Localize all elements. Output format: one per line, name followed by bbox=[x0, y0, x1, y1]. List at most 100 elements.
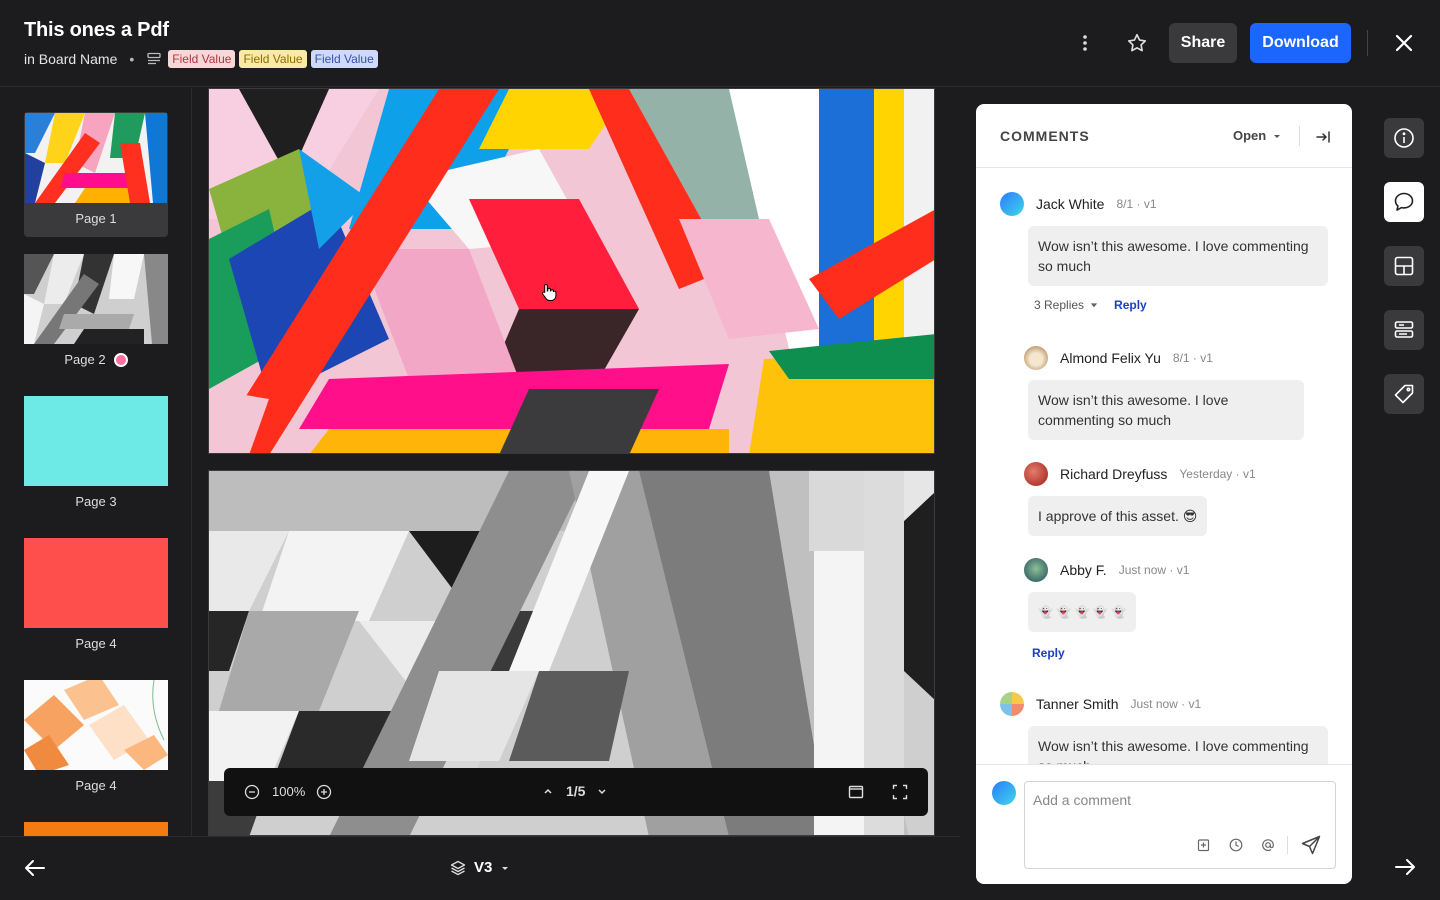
thumbnail-page-1[interactable]: Page 1 bbox=[24, 112, 168, 237]
thumbnail-label: Page 1 bbox=[75, 211, 117, 226]
comments-panel: COMMENTS Open Jack White 8/1 · v1 Wow is… bbox=[976, 104, 1352, 884]
field-tag[interactable]: Field Value bbox=[239, 50, 307, 68]
comments-tab-button[interactable] bbox=[1384, 182, 1424, 222]
fullscreen-button[interactable] bbox=[892, 784, 908, 803]
chevron-up-icon bbox=[544, 788, 552, 794]
comment-meta: Yesterday · v1 bbox=[1179, 467, 1256, 481]
zoom-out-icon bbox=[244, 784, 260, 800]
comment-placeholder: Add a comment bbox=[1033, 792, 1132, 808]
close-button[interactable] bbox=[1384, 23, 1424, 63]
zoom-level[interactable]: 100% bbox=[272, 784, 305, 799]
arrow-left-icon bbox=[25, 860, 45, 876]
attach-button[interactable] bbox=[1197, 838, 1211, 857]
timestamp-button[interactable] bbox=[1229, 838, 1243, 857]
comment-text: I approve of this asset. 😎 bbox=[1028, 496, 1208, 536]
reply-item: Almond Felix Yu 8/1 · v1 Wow isn’t this … bbox=[1024, 346, 1328, 440]
document-canvas[interactable]: 100% 1/5 bbox=[193, 88, 960, 836]
previous-page-button[interactable] bbox=[542, 785, 554, 800]
field-tag[interactable]: Field Value bbox=[310, 50, 378, 68]
viewer-toolbar: 100% 1/5 bbox=[224, 768, 928, 816]
thumbnail-label: Page 4 bbox=[75, 778, 117, 793]
fields-tab-button[interactable] bbox=[1384, 310, 1424, 350]
field-tag[interactable]: Field Value bbox=[168, 50, 236, 68]
comment-meta: 8/1 · v1 bbox=[1172, 351, 1213, 365]
thumbnail-page-6[interactable] bbox=[24, 822, 168, 836]
layout-tab-button[interactable] bbox=[1384, 246, 1424, 286]
comment-item: Jack White 8/1 · v1 Wow isn’t this aweso… bbox=[1000, 192, 1328, 312]
comment-author: Jack White bbox=[1036, 196, 1105, 212]
comment-text: Wow isn’t this awesome. I love commentin… bbox=[1028, 726, 1328, 764]
info-tab-button[interactable] bbox=[1384, 118, 1424, 158]
caret-down-icon bbox=[1274, 134, 1281, 138]
fullscreen-icon bbox=[892, 784, 908, 800]
thumbnail-image bbox=[25, 113, 167, 203]
collapse-panel-button[interactable] bbox=[1316, 130, 1330, 149]
reply-link[interactable]: Reply bbox=[1032, 646, 1065, 660]
next-asset-button[interactable] bbox=[1394, 858, 1416, 881]
reply-link[interactable]: Reply bbox=[1114, 298, 1147, 312]
comments-list: Jack White 8/1 · v1 Wow isn’t this aweso… bbox=[976, 168, 1352, 764]
comment-author: Almond Felix Yu bbox=[1060, 350, 1161, 366]
hand-cursor-icon bbox=[541, 283, 557, 301]
layout-icon bbox=[1394, 256, 1414, 276]
tags-tab-button[interactable] bbox=[1384, 374, 1424, 414]
reply-item: Abby F. Just now · v1 👻 👻 👻 👻 👻 Reply bbox=[1024, 558, 1328, 662]
more-button[interactable] bbox=[1065, 23, 1105, 63]
send-button[interactable] bbox=[1301, 835, 1321, 860]
page-indicator: 1/5 bbox=[566, 783, 586, 799]
attach-icon bbox=[1197, 839, 1210, 852]
thumbnail-page-3[interactable]: Page 3 bbox=[24, 396, 168, 509]
page-image bbox=[209, 89, 934, 453]
fit-icon bbox=[848, 785, 864, 799]
thumbnail-image bbox=[24, 822, 168, 836]
thumbnail-image bbox=[24, 254, 168, 344]
next-page-button[interactable] bbox=[596, 786, 608, 801]
thumbnail-image bbox=[24, 680, 168, 770]
thumbnail-label: Page 4 bbox=[75, 636, 117, 651]
fields-icon bbox=[1394, 321, 1414, 338]
arrow-right-icon bbox=[1395, 859, 1415, 875]
comment-icon bbox=[1394, 192, 1414, 211]
board-link[interactable]: in Board Name bbox=[24, 51, 117, 67]
avatar bbox=[992, 781, 1016, 805]
comment-filter-dropdown[interactable]: Open bbox=[1233, 128, 1282, 143]
comment-composer: Add a comment bbox=[976, 764, 1352, 884]
comment-text: Wow isn’t this awesome. I love commentin… bbox=[1028, 226, 1328, 286]
mention-icon bbox=[1262, 839, 1274, 851]
info-icon bbox=[1394, 128, 1414, 148]
chevron-down-icon bbox=[598, 789, 606, 795]
replies-toggle[interactable]: 3 Replies bbox=[1034, 298, 1098, 312]
favorite-button[interactable] bbox=[1117, 23, 1157, 63]
zoom-out-button[interactable] bbox=[244, 784, 260, 803]
comment-author: Richard Dreyfuss bbox=[1060, 466, 1168, 482]
download-button[interactable]: Download bbox=[1250, 23, 1351, 63]
document-page-1 bbox=[208, 88, 935, 454]
version-selector[interactable]: V3 bbox=[450, 859, 510, 876]
thumbnail-page-2[interactable]: Page 2 bbox=[24, 254, 168, 367]
comments-header: COMMENTS Open bbox=[976, 104, 1352, 168]
previous-asset-button[interactable] bbox=[24, 859, 46, 882]
avatar bbox=[1024, 346, 1048, 370]
thumbnail-image bbox=[24, 538, 168, 628]
reply-item: Richard Dreyfuss Yesterday · v1 I approv… bbox=[1024, 462, 1328, 536]
comment-meta: Just now · v1 bbox=[1118, 563, 1190, 577]
tag-icon bbox=[1394, 384, 1414, 404]
bottom-bar: V3 bbox=[0, 836, 960, 900]
zoom-in-button[interactable] bbox=[316, 784, 332, 803]
close-icon bbox=[1395, 34, 1413, 52]
thumbnail-page-5[interactable]: Page 4 bbox=[24, 680, 168, 793]
send-icon bbox=[1301, 835, 1321, 855]
replies-count: 3 Replies bbox=[1034, 298, 1085, 312]
avatar bbox=[1000, 692, 1024, 716]
separator: • bbox=[129, 51, 135, 67]
version-label: V3 bbox=[474, 859, 493, 876]
mention-button[interactable] bbox=[1261, 838, 1275, 857]
avatar bbox=[1024, 462, 1048, 486]
comment-item: Tanner Smith Just now · v1 Wow isn’t thi… bbox=[1000, 692, 1328, 764]
comment-input[interactable]: Add a comment bbox=[1024, 781, 1336, 869]
page-thumbnails: Page 1 Page 2 Page 3 Page 4 Page 4 bbox=[0, 88, 192, 836]
fit-to-screen-button[interactable] bbox=[848, 784, 864, 803]
share-button[interactable]: Share bbox=[1169, 23, 1237, 63]
comment-text: Wow isn’t this awesome. I love commentin… bbox=[1028, 380, 1304, 440]
thumbnail-page-4[interactable]: Page 4 bbox=[24, 538, 168, 651]
